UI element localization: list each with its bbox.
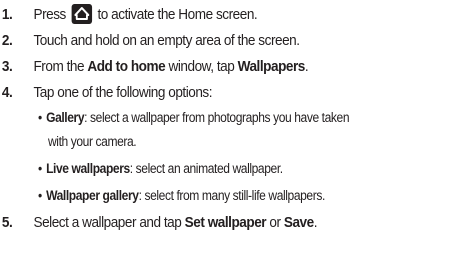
step-text: or <box>266 215 284 231</box>
step-number: 1. <box>1 7 13 23</box>
step-1: 1. Press to activate the Home screen. <box>0 3 432 26</box>
add-to-home-window-name: Add to home <box>87 59 166 75</box>
option-description: : select an animated wallpaper. <box>129 161 283 176</box>
save-option-name: Save <box>283 215 314 231</box>
step-text: . <box>304 59 309 75</box>
step-text: Touch and hold on an empty area of the s… <box>33 33 300 49</box>
step-text: From the <box>33 59 88 75</box>
option-name: Wallpaper gallery <box>46 188 139 203</box>
set-wallpaper-option-name: Set wallpaper <box>184 215 267 231</box>
option-name: Live wallpapers <box>46 161 130 176</box>
option-gallery: • Gallery: select a wallpaper from photog… <box>38 107 434 129</box>
option-description: : select a wallpaper from photographs yo… <box>84 110 350 125</box>
option-live-wallpapers: • Live wallpapers: select an animated wal… <box>38 158 434 180</box>
step-text: window, tap <box>165 59 238 75</box>
step-2: 2. Touch and hold on an empty area of th… <box>0 30 432 52</box>
step-text: . <box>313 215 318 231</box>
step-text-after-icon: to activate the Home screen. <box>97 7 258 23</box>
step-5: 5. Select a wallpaper and tap Set wallpa… <box>0 212 432 234</box>
bullet: • <box>38 188 42 203</box>
option-description: : select from many still-life wallpapers… <box>138 188 326 203</box>
step-number: 2. <box>1 33 13 49</box>
option-gallery-continuation: with your camera. <box>48 134 137 149</box>
step-number: 5. <box>1 215 13 231</box>
home-key-icon <box>71 3 92 24</box>
step-4: 4. Tap one of the following options: <box>0 82 432 104</box>
step-3: 3. From the Add to home window, tap Wall… <box>0 56 432 78</box>
instruction-list: 1. Press to activate the Home screen. 2.… <box>0 0 464 279</box>
step-text: Tap one of the following options: <box>33 85 213 101</box>
option-name: Gallery <box>46 110 85 125</box>
wallpapers-option-name: Wallpapers <box>237 59 306 75</box>
bullet: • <box>38 110 42 125</box>
step-number: 4. <box>1 85 13 101</box>
step-number: 3. <box>1 59 13 75</box>
step-text-before-icon: Press <box>33 7 66 23</box>
option-wallpaper-gallery: • Wallpaper gallery: select from many sti… <box>38 185 434 207</box>
bullet: • <box>38 161 42 176</box>
step-text: Select a wallpaper and tap <box>33 215 185 231</box>
